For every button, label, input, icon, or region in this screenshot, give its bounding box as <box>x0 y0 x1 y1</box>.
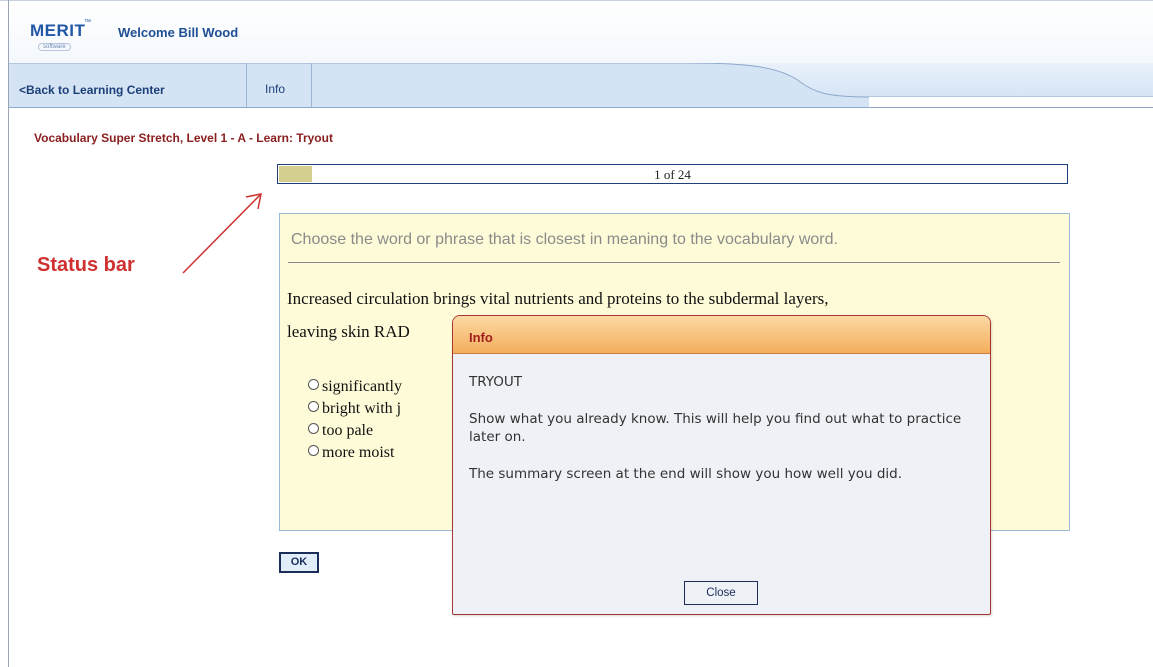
back-to-learning-center-link[interactable]: <Back to Learning Center <box>19 83 165 97</box>
nav-bar: <Back to Learning Center <box>9 63 1153 108</box>
option-label: significantly <box>322 378 402 395</box>
answer-option[interactable]: significantly <box>308 376 402 398</box>
merit-logo: MERIT ™ software <box>30 19 92 53</box>
dialog-body: TRYOUT Show what you already know. This … <box>469 373 969 502</box>
close-button[interactable]: Close <box>684 581 758 605</box>
app-header: MERIT ™ software Welcome Bill Wood <box>9 1 1153 64</box>
radio-button[interactable] <box>308 423 319 434</box>
lesson-title: Vocabulary Super Stretch, Level 1 - A - … <box>34 131 333 145</box>
nav-separator <box>311 63 312 107</box>
answer-option[interactable]: more moist <box>308 442 402 464</box>
logo-text: MERIT <box>30 21 86 40</box>
option-label: bright with j <box>322 400 402 417</box>
radio-button[interactable] <box>308 401 319 412</box>
logo-subtext: software <box>38 43 71 51</box>
dialog-paragraph: Show what you already know. This will he… <box>469 411 962 445</box>
ok-button[interactable]: OK <box>279 552 319 573</box>
option-label: more moist <box>322 444 395 461</box>
answer-options: significantly bright with j too pale mor… <box>308 376 402 464</box>
dialog-header: Info <box>453 316 990 354</box>
option-label: too pale <box>322 422 374 439</box>
radio-button[interactable] <box>308 379 319 390</box>
radio-button[interactable] <box>308 445 319 456</box>
annotation-arrow-icon <box>182 193 262 274</box>
question-instruction: Choose the word or phrase that is closes… <box>291 231 838 248</box>
answer-option[interactable]: too pale <box>308 420 402 442</box>
status-bar: 1 of 24 <box>277 164 1068 184</box>
dialog-heading: TRYOUT <box>469 374 523 390</box>
welcome-text: Welcome Bill Wood <box>118 25 239 40</box>
question-divider <box>288 262 1060 263</box>
dialog-title: Info <box>469 330 493 345</box>
nav-separator <box>246 63 247 107</box>
annotation-label: Status bar <box>37 254 135 276</box>
logo-trademark: ™ <box>84 19 91 26</box>
dialog-paragraph: The summary screen at the end will show … <box>469 466 903 482</box>
info-dialog: Info TRYOUT Show what you already know. … <box>452 315 991 615</box>
status-bar-text: 1 of 24 <box>654 167 691 182</box>
answer-option[interactable]: bright with j <box>308 398 402 420</box>
question-line-1: Increased circulation brings vital nutri… <box>287 289 829 308</box>
nav-info-tab[interactable]: Info <box>265 82 285 96</box>
nav-wave-decoration <box>9 63 1153 107</box>
